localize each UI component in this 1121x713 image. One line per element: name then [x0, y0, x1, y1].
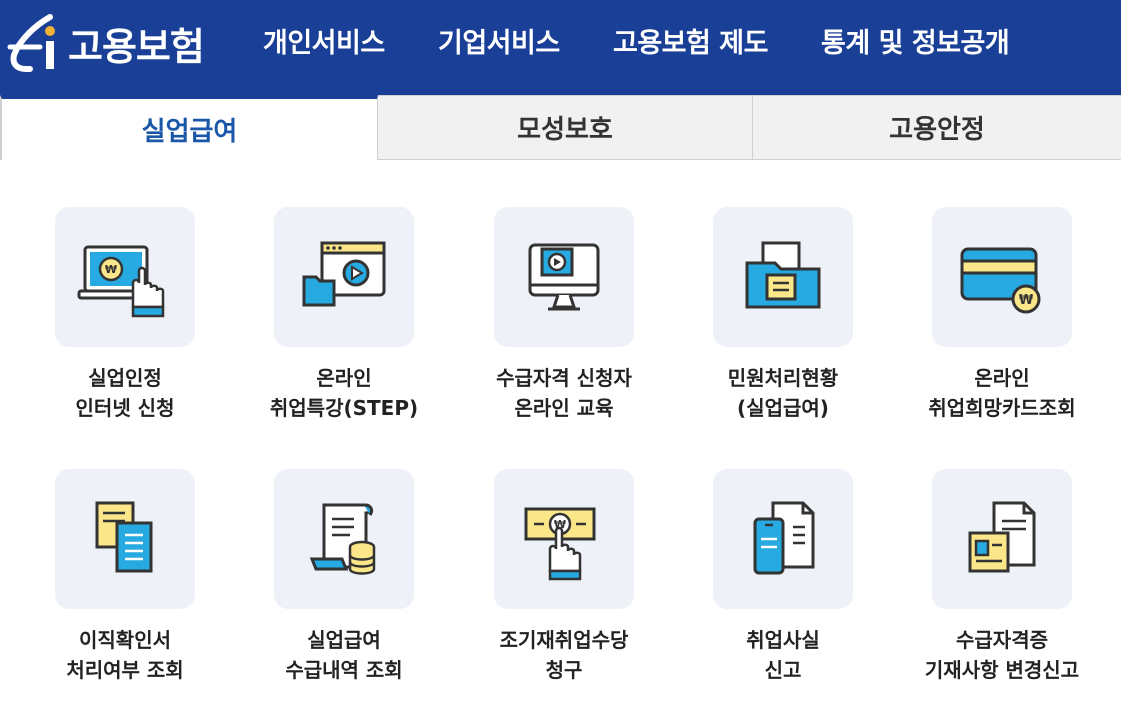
logo[interactable]: 고용보험	[6, 8, 206, 78]
service-label-line2: 수급내역 조회	[285, 658, 403, 682]
service-label-line2: 온라인 교육	[514, 396, 614, 420]
service-label-line1: 실업인정	[88, 366, 162, 390]
category-tabs: 실업급여 모성보호 고용안정	[0, 95, 1121, 160]
ei-logo-icon	[7, 14, 55, 72]
online-video-icon	[302, 241, 386, 307]
id-document-icon	[968, 501, 1036, 573]
nav-business-service[interactable]: 기업서비스	[438, 22, 560, 66]
service-early-reemployment[interactable]: ₩ 조기재취업수당 청구	[464, 469, 664, 699]
card-icon: ₩	[960, 247, 1041, 314]
service-separation-confirmation[interactable]: 이직확인서 처리여부 조회	[25, 469, 225, 699]
service-label-line2: 취업특강(STEP)	[269, 396, 419, 420]
svg-text:₩: ₩	[105, 263, 117, 276]
service-certificate-change[interactable]: 수급자격증 기재사항 변경신고	[902, 469, 1102, 699]
service-label-line1: 취업사실	[746, 628, 820, 652]
service-label-line2: 신고	[764, 658, 802, 682]
nav-personal-service[interactable]: 개인서비스	[263, 22, 385, 66]
nav-statistics[interactable]: 통계 및 정보공개	[821, 22, 1010, 66]
service-grid: ₩ 실업인정 인터넷 신청 온라인 취업특강(STEP) 수급자격 신청자 온라…	[0, 160, 1121, 713]
service-label-line2: 기재사항 변경신고	[924, 658, 1080, 682]
tab-employment-stability[interactable]: 고용안정	[753, 95, 1121, 160]
folder-document-icon	[745, 241, 821, 309]
svg-text:₩: ₩	[1019, 293, 1034, 308]
scroll-coins-icon	[309, 503, 376, 575]
phone-document-icon	[753, 501, 815, 575]
service-online-lecture[interactable]: 온라인 취업특강(STEP)	[244, 207, 444, 437]
service-label-line1: 이직확인서	[79, 628, 171, 652]
service-unemployment-recognition[interactable]: ₩ 실업인정 인터넷 신청	[25, 207, 225, 437]
service-label-line1: 실업급여	[307, 628, 381, 652]
service-label-line1: 수급자격증	[956, 628, 1048, 652]
monitor-play-icon	[528, 243, 600, 311]
service-label-line1: 수급자격 신청자	[496, 366, 632, 390]
top-navigation-bar: 고용보험 개인서비스 기업서비스 고용보험 제도 통계 및 정보공개	[0, 0, 1121, 95]
documents-icon	[95, 501, 153, 573]
service-benefit-history[interactable]: 실업급여 수급내역 조회	[244, 469, 444, 699]
service-civil-status[interactable]: 민원처리현황 (실업급여)	[683, 207, 883, 437]
tab-unemployment-benefit[interactable]: 실업급여	[0, 95, 378, 160]
nav-insurance-system[interactable]: 고용보험 제도	[613, 22, 768, 66]
service-label-line2: 인터넷 신청	[75, 396, 175, 420]
hand-money-icon: ₩	[524, 507, 596, 581]
tab-maternity-protection[interactable]: 모성보호	[378, 95, 753, 160]
service-online-education[interactable]: 수급자격 신청자 온라인 교육	[464, 207, 664, 437]
service-label-line1: 조기재취업수당	[499, 628, 629, 652]
laptop-touch-icon: ₩	[77, 245, 165, 318]
logo-text: 고용보험	[68, 24, 205, 69]
service-label-line2: 청구	[545, 658, 583, 682]
service-label-line2: 취업희망카드조회	[928, 396, 1076, 420]
service-label-line1: 온라인	[974, 366, 1030, 390]
service-label-line1: 민원처리현황	[727, 366, 839, 390]
service-label-line2: (실업급여)	[737, 396, 829, 420]
service-employment-card[interactable]: ₩ 온라인 취업희망카드조회	[902, 207, 1102, 437]
service-employment-report[interactable]: 취업사실 신고	[683, 469, 883, 699]
service-label-line1: 온라인	[316, 366, 372, 390]
service-label-line2: 처리여부 조회	[66, 658, 184, 682]
